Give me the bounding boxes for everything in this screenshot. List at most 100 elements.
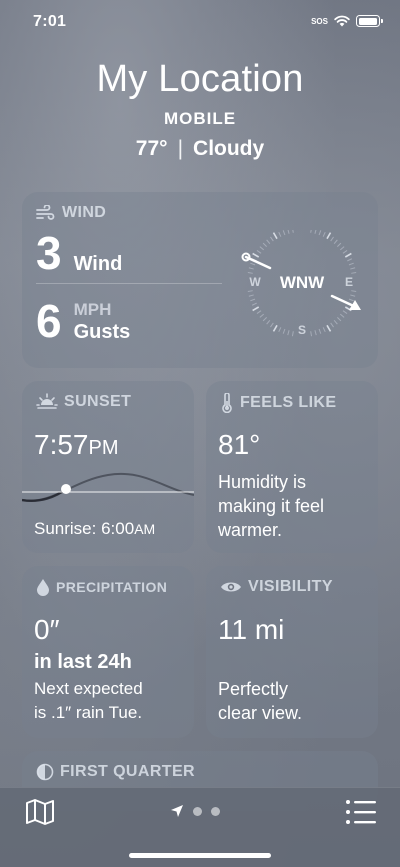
compass-tick [333,319,338,325]
compass-tick [342,310,348,314]
compass-tick [252,306,260,312]
conditions-separator: | [177,137,184,160]
precipitation-period: in last 24h [34,651,132,673]
current-temperature: 77° [135,137,168,160]
sunset-icon [36,393,58,409]
wind-gusts-value: 6 [36,295,62,347]
wind-card-header: WIND [36,204,106,222]
wind-gusts-label: Gusts [73,321,131,343]
visibility-line-1: Perfectly [218,679,289,699]
compass-tick [262,242,267,247]
precipitation-forecast: Next expected is .1″ rain Tue. [34,677,143,725]
compass-tick [350,267,356,270]
compass-tick [347,258,353,262]
compass-tick [337,317,342,322]
compass-tick [259,246,265,251]
compass-tick [266,319,271,325]
compass-tick [291,331,294,337]
feels-like-heading: FEELS LIKE [240,394,337,411]
compass-tick [310,331,313,337]
compass-tick [322,327,326,333]
raindrop-icon [37,579,49,596]
compass-tick [350,294,356,297]
compass-tick [339,313,345,318]
compass-tick [344,252,352,258]
compass-tick [330,236,334,242]
visibility-line-2: clear view. [218,703,303,723]
compass-tick [270,236,274,242]
sunrise-ampm: AM [134,521,156,537]
sunset-time-row: 7:57PM [34,429,119,461]
compass-tick [326,324,332,332]
compass-tick [310,230,312,233]
wind-gusts-row: 6 MPH Gusts [36,298,130,344]
compass-tick [348,262,354,266]
wind-gusts-labels: MPH Gusts [74,300,131,344]
moon-card-header: FIRST QUARTER [36,763,195,781]
thermometer-icon [222,393,232,413]
compass-tick [333,239,338,245]
wind-card[interactable]: WIND 3 Wind 6 MPH Gusts W E S WNW [22,192,378,368]
compass-tick [247,290,253,293]
compass-tick [342,250,348,254]
sunset-ampm: PM [88,437,119,459]
visibility-card[interactable]: VISIBILITY 11 mi Perfectly clear view. [206,566,378,738]
precipitation-heading: PRECIPITATION [56,579,168,595]
feels-like-description: Humidity is making it feel warmer. [218,470,324,542]
compass-tick [248,294,254,297]
map-icon[interactable] [25,798,55,826]
feels-like-card[interactable]: FEELS LIKE 81° Humidity is making it fee… [206,381,378,553]
wind-heading: WIND [62,204,107,221]
precipitation-value: 0″ [34,614,60,645]
precipitation-card-header: PRECIPITATION [36,578,167,596]
status-bar: 7:01 SOS [0,0,400,44]
compass-tick [287,230,290,234]
location-header: My Location MOBILE 77° | Cloudy [0,55,400,161]
wind-divider [36,283,222,284]
sunset-card-header: SUNSET [36,393,131,411]
compass-tick [278,327,282,333]
compass-tick [250,298,256,302]
precipitation-line-1: Next expected [34,679,143,698]
sunset-card[interactable]: SUNSET 7:57PM Sunrise: 6:00AM [22,381,194,553]
wind-speed-row: 3 Wind [36,230,122,276]
page-indicator[interactable] [170,804,220,818]
home-indicator[interactable] [129,853,271,858]
compass-tick [314,230,317,234]
compass-tick [318,328,322,334]
wind-unit: MPH [73,300,112,319]
compass-tick [278,231,282,237]
list-icon[interactable] [345,799,377,825]
precipitation-card[interactable]: PRECIPITATION 0″ in last 24h Next expect… [22,566,194,738]
eye-icon [221,582,241,592]
visibility-heading: VISIBILITY [248,578,333,595]
page-dot [193,806,202,816]
compass-label-e: E [345,275,353,289]
compass-tick [326,232,332,240]
wind-speed-label: Wind [73,253,123,275]
precipitation-line-2: is .1″ rain Tue. [34,703,143,722]
feels-like-line-1: Humidity is [218,472,307,492]
compass-tick [250,262,256,266]
compass-tick [318,230,322,236]
status-time: 7:01 [33,13,67,30]
sunrise-row: Sunrise: 6:00AM [34,517,155,541]
status-indicators: SOS [311,15,383,27]
sunset-heading: SUNSET [64,393,132,410]
page-dot [211,806,220,816]
location-subtitle: MOBILE [163,109,237,128]
visibility-card-header: VISIBILITY [220,578,333,596]
sos-label: SOS [311,16,328,26]
compass-tick [337,242,342,247]
compass-tick [259,313,265,318]
feels-like-value: 81° [218,429,261,460]
wifi-icon [334,15,350,27]
compass-tick [262,317,267,322]
sunrise-label: Sunrise: 6:00 [34,519,135,538]
battery-icon [356,15,383,27]
compass-tick [270,322,274,328]
wind-speed-value: 3 [36,227,62,279]
compass-tick [351,290,357,293]
wind-compass: W E S WNW [241,230,361,337]
compass-tick [251,302,257,306]
